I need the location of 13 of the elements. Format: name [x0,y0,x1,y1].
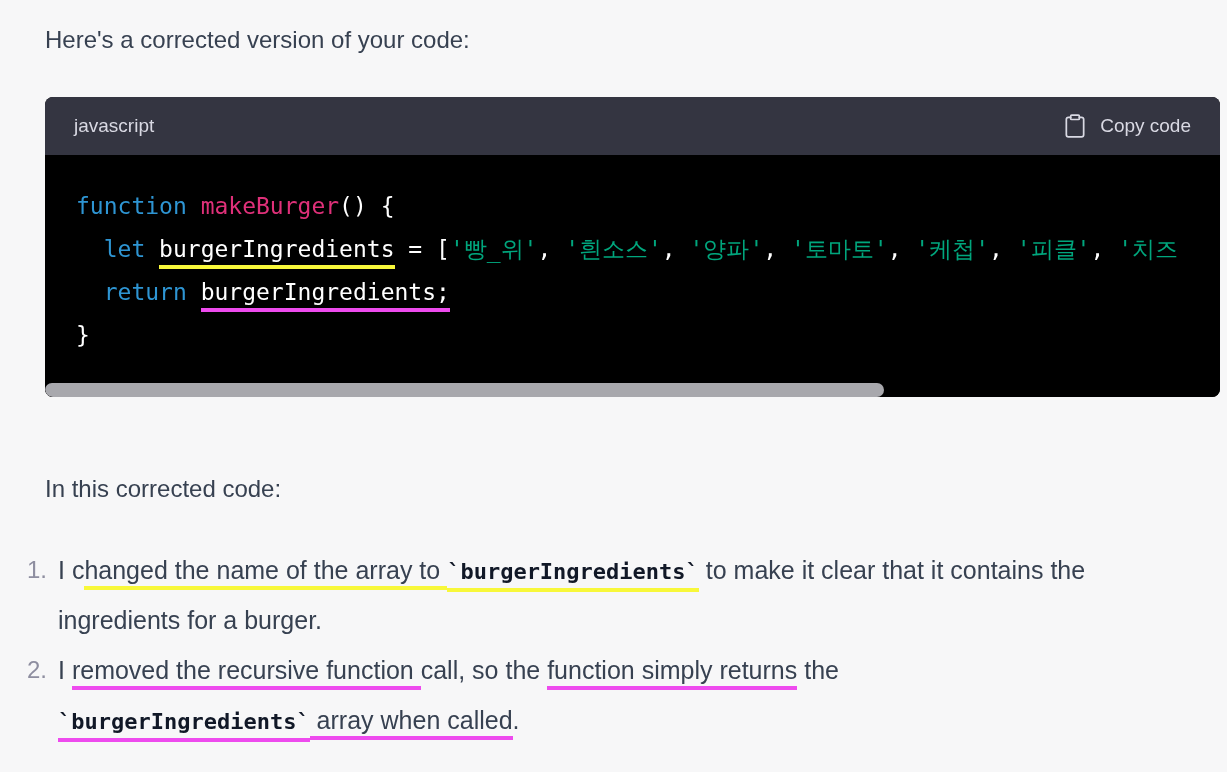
list-item-text: I removed the recursive function call, so the function simply returns the `burgerIngredients` array when called. [55,645,1095,745]
list-item-text: I changed the name of the array to `burgerIngredients` to make it clear that it contains the ingredients for a burger. [57,554,1087,636]
scrollbar-thumb[interactable] [45,383,884,397]
summary-text: In this corrected code: [45,474,283,504]
code-language: javascript [74,113,155,138]
code-line: function makeBurger() { [76,192,396,221]
intro-text: Here's a corrected version of your code: [45,25,471,55]
code-line: } [76,321,91,350]
list-number: 2. [26,655,47,685]
list-number: 1. [26,555,47,585]
code-line: let burgerIngredients = ['빵_위', '흰소스', '양파', '토마토', '케첩', '피클', '치즈 [76,228,1220,271]
code-line: return burgerIngredients; [76,271,1220,314]
copy-code-button[interactable]: Copy code [1062,111,1191,141]
